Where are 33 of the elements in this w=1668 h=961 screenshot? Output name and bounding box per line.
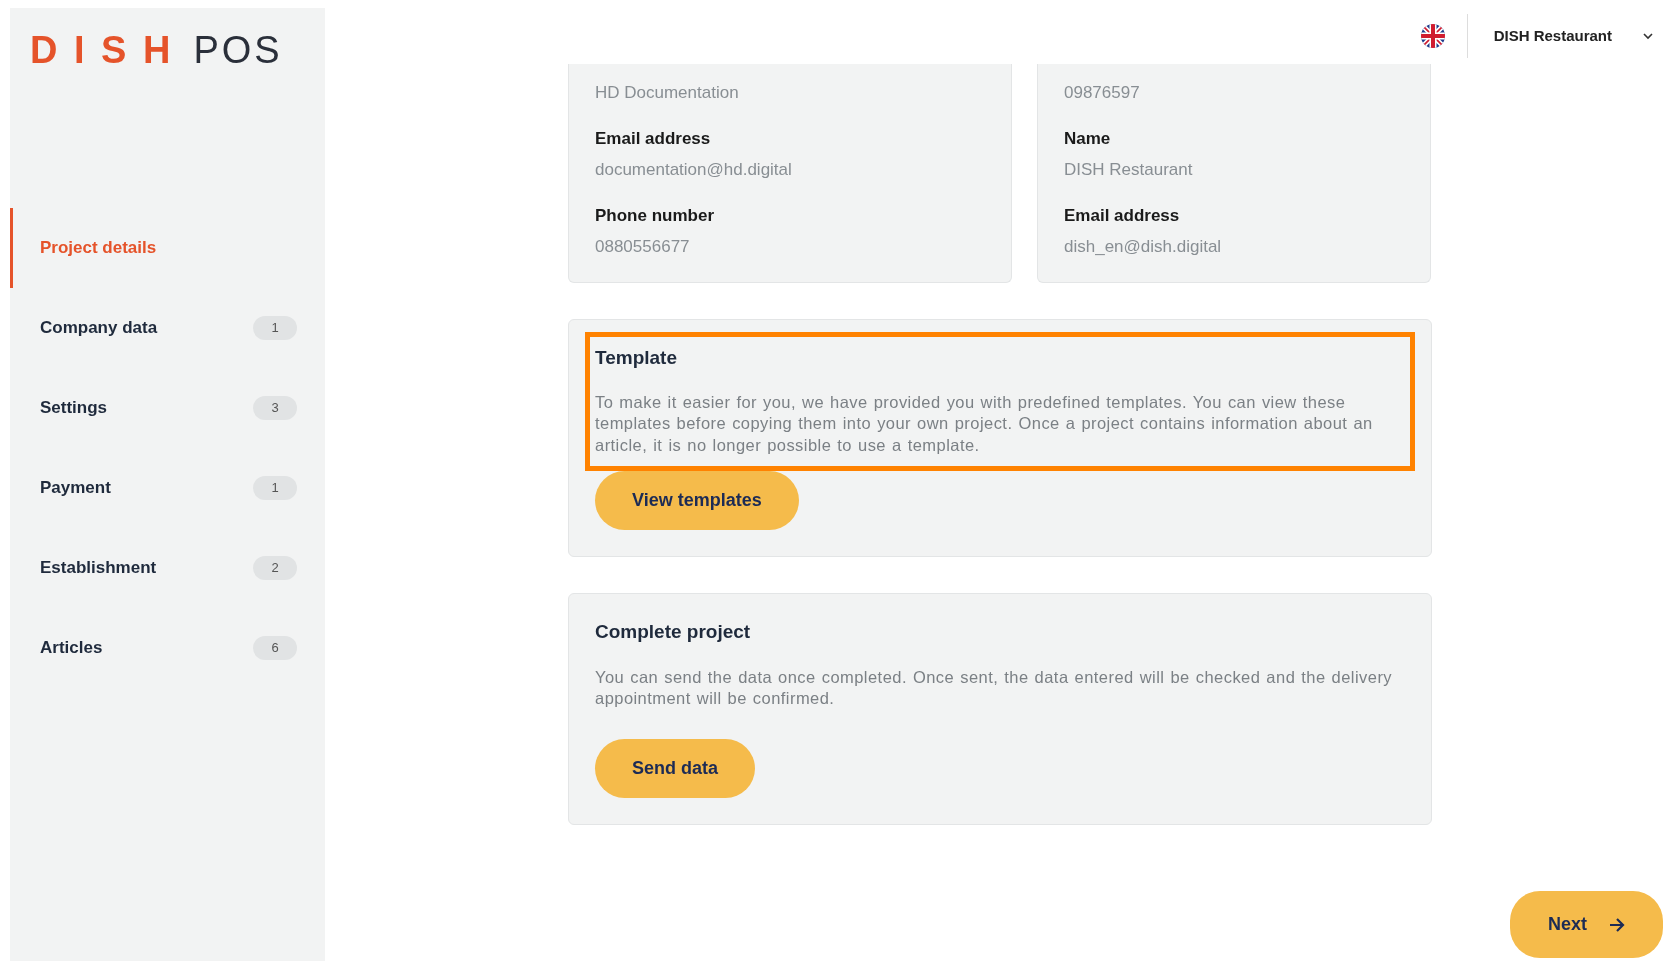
count-badge: 1 [253, 316, 297, 340]
sidebar-item[interactable]: Settings 3 [10, 368, 325, 448]
chevron-down-icon[interactable] [1642, 32, 1654, 40]
count-badge: 2 [253, 556, 297, 580]
field-label: Phone number [595, 204, 715, 227]
field-value: DISH Restaurant [1064, 159, 1194, 181]
action-button[interactable]: View templates [595, 471, 799, 531]
next-button[interactable]: Next [1510, 891, 1663, 958]
count-badge: 3 [253, 396, 297, 420]
flag-icon[interactable] [1420, 24, 1445, 48]
section-title: Template [595, 345, 678, 370]
field-label: Email address [595, 127, 712, 150]
sidebar-item[interactable]: Payment 1 [10, 448, 325, 528]
section-description: You can send the data once completed. Once sent, the data entered will be checked and the delivery appointment will be confirmed. [595, 666, 1394, 710]
field-value: dish_en@dish.digital [1064, 236, 1223, 258]
section-description: To make it easier for you, we have provided you with predefined templates. You can view these templates before copying them into your own project. Once a project contains information about an article, it is no longer possible to use a template. [595, 392, 1374, 456]
count-badge: 1 [253, 476, 297, 500]
logo-product-text: POS [193, 29, 283, 71]
field-value: 0880556677 [595, 236, 691, 258]
field-label: Name [1064, 127, 1112, 150]
sidebar-item[interactable]: Company data 1 [10, 288, 325, 368]
arrow-right-icon [1609, 917, 1625, 932]
account-name[interactable]: DISH Restaurant [1493, 24, 1612, 48]
field-label: Email address [1064, 204, 1181, 227]
sidebar-item[interactable]: Articles 6 [10, 608, 325, 688]
count-badge: 6 [253, 636, 297, 660]
section-title: Complete project [595, 620, 752, 645]
sidebar-item[interactable]: Establishment 2 [10, 528, 325, 608]
action-button[interactable]: Send data [595, 738, 756, 798]
field-value: 09876597 [1064, 82, 1141, 104]
field-value: HD Documentation [595, 82, 740, 104]
logo-brand-text: D I S H [30, 29, 174, 71]
field-value: documentation@hd.digital [595, 159, 793, 181]
